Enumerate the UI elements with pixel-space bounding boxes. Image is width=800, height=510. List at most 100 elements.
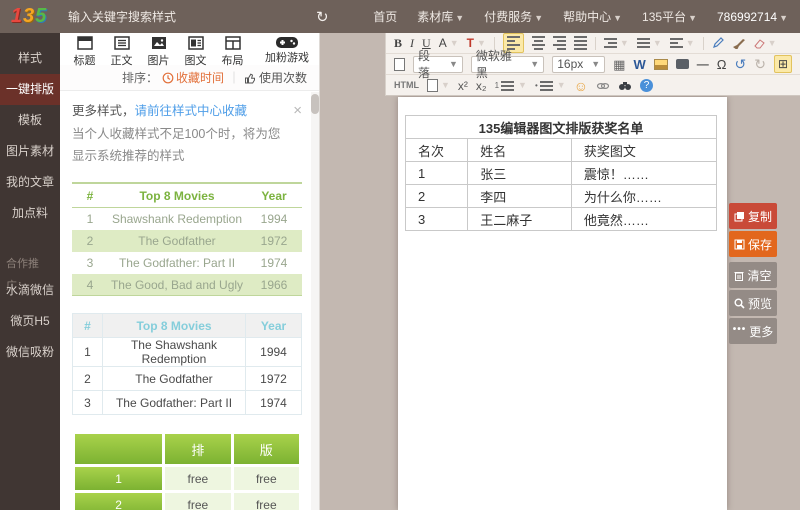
more-button[interactable]: ••• 更多: [729, 318, 777, 344]
clear-format-brush-button[interactable]: [732, 37, 745, 49]
find-replace-button[interactable]: [618, 80, 632, 91]
table-cell[interactable]: 3: [406, 208, 468, 231]
font-color-button[interactable]: A▼: [439, 37, 459, 49]
sidebar-item-wechat-fans[interactable]: 微信吸粉: [0, 337, 60, 368]
sidebar-item-waterdrop-wechat[interactable]: 水滴微信: [0, 275, 60, 306]
film-icon: [676, 59, 689, 69]
insert-video-button[interactable]: [676, 59, 689, 69]
font-size-select[interactable]: 16px▼: [552, 56, 605, 73]
table-cell[interactable]: 为什么你……: [571, 185, 716, 208]
help-icon: ?: [640, 79, 653, 92]
nav-135-platform[interactable]: 135平台▼: [642, 8, 697, 25]
paragraph-select[interactable]: 段落▼: [413, 56, 463, 73]
table-cell[interactable]: 名次: [406, 139, 468, 162]
table-cell[interactable]: 获奖图文: [571, 139, 716, 162]
tab-layout-styles[interactable]: 布局: [214, 36, 251, 68]
copy-button[interactable]: 复制: [729, 203, 777, 229]
eraser-button[interactable]: ▼: [753, 38, 777, 49]
horizontal-rule-button[interactable]: —: [697, 58, 709, 70]
nav-paid-services[interactable]: 付费服务▼: [484, 8, 543, 25]
table-cell[interactable]: 张三: [468, 162, 572, 185]
sort-by-usage-count[interactable]: 使用次数: [244, 69, 307, 86]
undo-button[interactable]: ↺: [734, 57, 746, 71]
app-logo[interactable]: 135: [0, 5, 58, 28]
align-justify-button[interactable]: [574, 36, 587, 50]
word-icon: W: [633, 58, 645, 71]
tab-image-text-styles[interactable]: 图文: [177, 36, 214, 68]
align-right-button[interactable]: [553, 36, 566, 50]
style-card-green-grid[interactable]: 排 版 1 free free 2 free free: [72, 431, 302, 510]
italic-button[interactable]: I: [410, 37, 414, 49]
table-cell[interactable]: 李四: [468, 185, 572, 208]
style-card-green-table[interactable]: # Top 8 Movies Year 1 Shawshank Redempti…: [72, 182, 302, 297]
editor-page[interactable]: 135编辑器图文排版获奖名单 名次 姓名 获奖图文 1 张三 震惊！…… 2 李…: [398, 97, 727, 510]
special-char-button[interactable]: Ω: [717, 58, 727, 71]
user-account-menu[interactable]: 786992714▼: [717, 10, 788, 24]
tab-fans-game[interactable]: 加粉游戏: [265, 36, 309, 65]
tab-body-styles[interactable]: 正文: [103, 36, 140, 68]
format-painter-button[interactable]: [712, 37, 724, 49]
sidebar-item-micropage-h5[interactable]: 微页H5: [0, 306, 60, 337]
font-family-select[interactable]: 微软雅黑▼: [471, 56, 544, 73]
new-document-button[interactable]: [394, 58, 405, 71]
nav-home[interactable]: 首页: [373, 8, 397, 25]
nav-material-library[interactable]: 素材库▼: [417, 8, 464, 25]
indent-button[interactable]: ▼: [604, 38, 629, 48]
html-source-button[interactable]: HTML: [394, 81, 419, 90]
sidebar-item-extras[interactable]: 加点料: [0, 198, 60, 229]
help-button[interactable]: ?: [640, 79, 653, 92]
fullscreen-button[interactable]: ⊞: [774, 55, 792, 73]
search-input[interactable]: [68, 10, 218, 24]
template-button[interactable]: ▼: [427, 79, 450, 92]
table-cell[interactable]: 王二麻子: [468, 208, 572, 231]
tab-title-styles[interactable]: 标题: [66, 36, 103, 68]
clear-button[interactable]: 清空: [729, 262, 777, 288]
emoji-button[interactable]: ☺: [574, 79, 588, 93]
bold-button[interactable]: B: [394, 37, 402, 49]
list-style-button[interactable]: ▼: [670, 38, 695, 48]
save-button[interactable]: 保存: [729, 231, 777, 257]
panel-scrollbar-thumb[interactable]: [311, 94, 319, 114]
tab-image-styles[interactable]: 图片: [140, 36, 177, 68]
close-icon[interactable]: ×: [293, 103, 302, 118]
align-center-button[interactable]: [532, 36, 545, 50]
sort-divider: ｜: [228, 69, 240, 86]
table-cell[interactable]: 1: [406, 162, 468, 185]
sidebar-item-templates[interactable]: 模板: [0, 105, 60, 136]
style-card-blue-table[interactable]: # Top 8 Movies Year 1 The Shawshank Rede…: [72, 313, 302, 415]
table-cell[interactable]: 2: [406, 185, 468, 208]
sidebar-item-one-click-layout[interactable]: 一键排版: [0, 74, 60, 105]
nav-help-center[interactable]: 帮助中心▼: [563, 8, 622, 25]
style-tabs: 标题 正文 图片 图文 布局 加粉游戏: [60, 33, 319, 65]
paste-word-button[interactable]: W: [633, 58, 645, 71]
table-cell[interactable]: 震惊！……: [571, 162, 716, 185]
subscript-button[interactable]: x₂: [476, 80, 487, 92]
insert-table-button[interactable]: ▦: [613, 58, 625, 71]
panel-scrollbar[interactable]: [311, 92, 319, 510]
unordered-list-button[interactable]: •▼: [535, 81, 566, 91]
sort-by-favorite-time[interactable]: 收藏时间: [162, 69, 224, 86]
sidebar-item-image-material[interactable]: 图片素材: [0, 136, 60, 167]
preview-button[interactable]: 预览: [729, 290, 777, 316]
table-cell[interactable]: 他竟然……: [571, 208, 716, 231]
ordered-list-button[interactable]: 1▼: [495, 81, 527, 91]
redo-button[interactable]: ↻: [754, 57, 766, 71]
table-row: 2 李四 为什么你……: [406, 185, 717, 208]
table-row: 排 版: [75, 434, 299, 464]
line-height-button[interactable]: ▼: [637, 38, 662, 48]
insert-link-button[interactable]: [596, 81, 610, 91]
sidebar-item-my-articles[interactable]: 我的文章: [0, 167, 60, 198]
image-style-icon: [151, 36, 167, 50]
refresh-icon[interactable]: ↻: [316, 8, 329, 26]
body-style-icon: [114, 36, 130, 50]
sidebar-item-styles[interactable]: 样式: [0, 43, 60, 74]
binoculars-icon: [618, 80, 632, 91]
award-table-title[interactable]: 135编辑器图文排版获奖名单: [406, 116, 717, 139]
table-cell[interactable]: 姓名: [468, 139, 572, 162]
superscript-button[interactable]: x²: [458, 80, 468, 92]
chevron-down-icon: ▼: [449, 59, 458, 69]
align-justify-icon: [574, 36, 587, 50]
insert-image-button[interactable]: [654, 59, 668, 70]
style-center-link[interactable]: 请前往样式中心收藏: [135, 104, 248, 118]
top-nav: 首页 素材库▼ 付费服务▼ 帮助中心▼ 135平台▼ 786992714▼: [373, 8, 800, 25]
